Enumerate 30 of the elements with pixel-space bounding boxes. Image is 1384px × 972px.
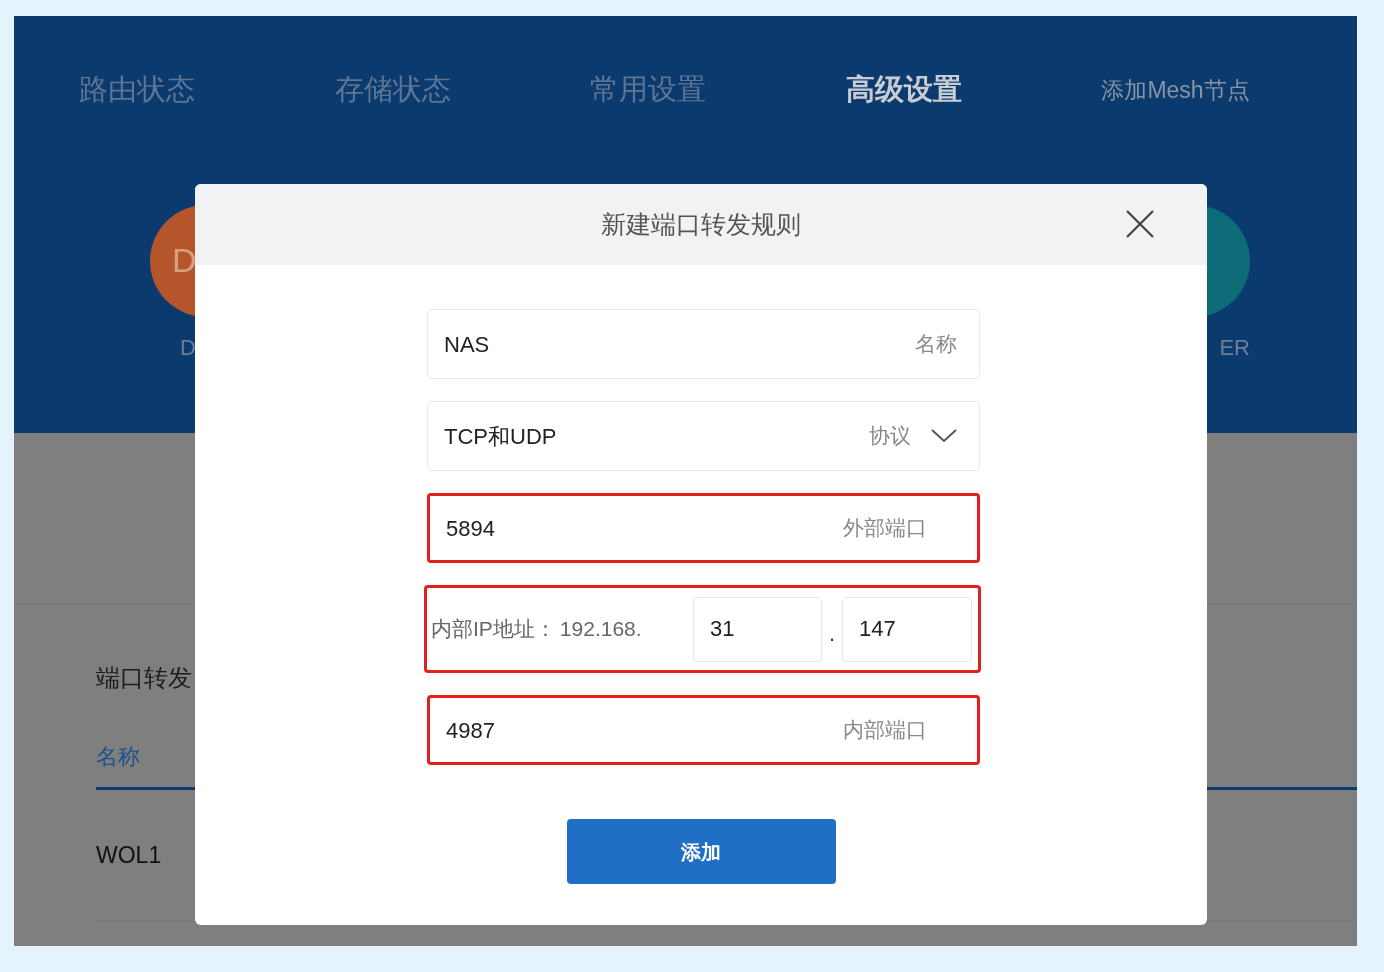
- close-button[interactable]: [1125, 209, 1155, 239]
- ip-octet-field[interactable]: 147: [842, 596, 972, 662]
- input-field[interactable]: 4987 内部端口: [427, 695, 980, 765]
- dialog-title: 新建端口转发规则: [601, 208, 801, 240]
- text-value[interactable]: NAS: [444, 327, 915, 361]
- field-label: 名称: [915, 331, 957, 358]
- ip-label: 内部IP地址：: [431, 616, 556, 643]
- column-header: 名称: [96, 744, 140, 769]
- protocol-select[interactable]: TCP和UDP 协议: [427, 401, 980, 471]
- tile-label: D: [179, 333, 197, 362]
- input-field[interactable]: NAS 名称: [427, 309, 980, 379]
- section-title: 端口转发: [96, 663, 193, 693]
- add-button[interactable]: 添加: [566, 819, 836, 884]
- chevron-down-icon: [931, 429, 957, 443]
- text-value[interactable]: 5894: [446, 511, 843, 545]
- text-value[interactable]: 4987: [446, 713, 843, 747]
- table-cell-text: WOL1: [96, 841, 162, 871]
- ip-prefix: 192.168.: [559, 616, 642, 643]
- nav-tab[interactable]: 高级设置: [845, 68, 1102, 112]
- field-label: 内部端口: [843, 717, 927, 744]
- close-icon: [1125, 209, 1155, 239]
- protocol-value[interactable]: TCP和UDP: [444, 419, 869, 453]
- ip-separator: .: [827, 619, 837, 648]
- nav-tab[interactable]: 添加Mesh节点: [1101, 68, 1357, 112]
- field-label: 外部端口: [843, 515, 927, 542]
- ip-octet-field[interactable]: 31: [693, 596, 822, 662]
- input-field[interactable]: 5894 外部端口: [427, 493, 980, 563]
- field-label: 协议: [869, 423, 911, 450]
- tile-label: ER: [1218, 333, 1250, 362]
- tile-glyph: D: [172, 240, 197, 281]
